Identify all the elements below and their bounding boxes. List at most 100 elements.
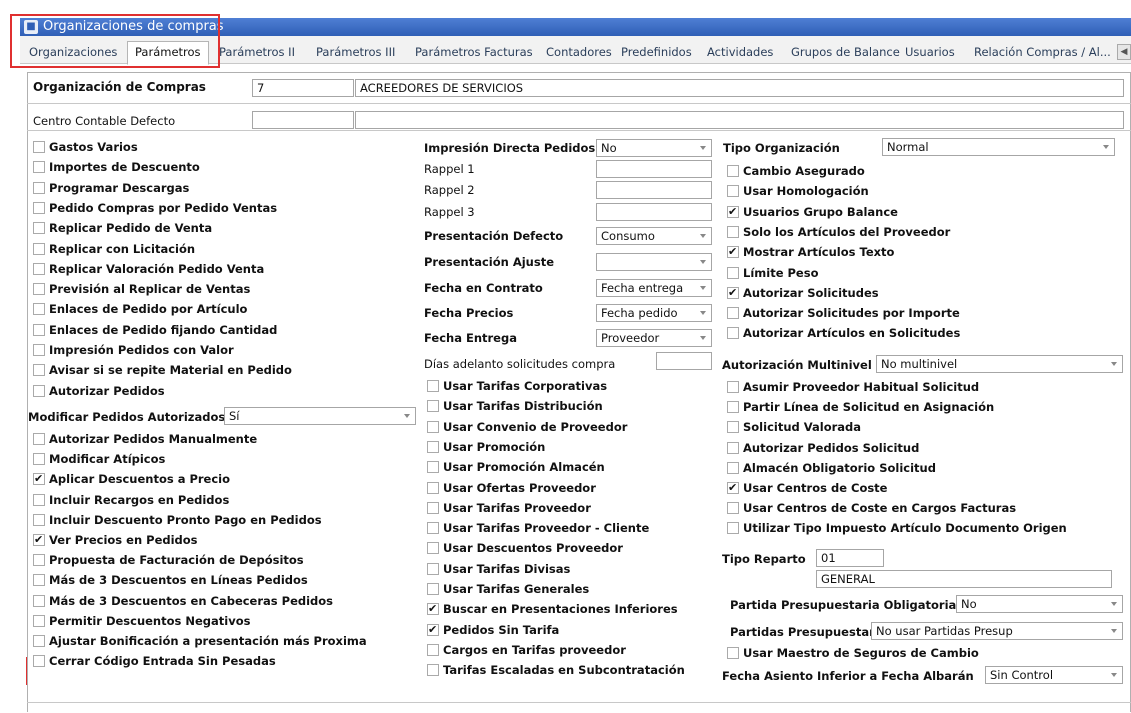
checkbox-unchecked-icon[interactable] [727,307,739,320]
tab-contadores[interactable]: Contadores [539,42,619,64]
checkbox-unchecked-icon[interactable] [427,481,439,494]
checkbox-impresion-pedidos-con-valor[interactable]: Impresión Pedidos con Valor [33,342,234,358]
checkbox-usar-promocion-almacen[interactable]: Usar Promoción Almacén [427,459,605,475]
checkbox-checked-icon[interactable] [727,285,739,301]
tipo-reparto-name-field[interactable]: GENERAL [816,570,1112,588]
checkbox-aplicar-descuentos-a-precio[interactable]: Aplicar Descuentos a Precio [33,471,230,487]
checkbox-unchecked-icon[interactable] [33,344,45,356]
checkbox-unchecked-icon[interactable] [727,185,739,198]
checkbox-usar-tarifas-corporativas[interactable]: Usar Tarifas Corporativas [427,378,607,394]
checkbox-unchecked-icon[interactable] [727,502,739,515]
field-rappel-1[interactable] [596,160,712,178]
tab-scroll-left-icon[interactable]: ◀ [1117,44,1131,60]
fecha-asiento-select[interactable]: Sin Control [985,666,1123,684]
checkbox-unchecked-icon[interactable] [427,522,439,535]
checkbox-usar-homologacion[interactable]: Usar Homologación [727,183,869,199]
checkbox-unchecked-icon[interactable] [33,283,45,296]
checkbox-pedidos-sin-tarifa[interactable]: Pedidos Sin Tarifa [427,622,559,638]
checkbox-unchecked-icon[interactable] [33,141,45,153]
field-fecha-en-contrato[interactable]: Fecha entrega [596,279,712,297]
autorizacion-multinivel-select[interactable]: No multinivel [876,355,1123,373]
checkbox-tarifas-escaladas-en-subcontratacion[interactable]: Tarifas Escaladas en Subcontratación [427,662,685,678]
checkbox-unchecked-icon[interactable] [727,225,739,238]
checkbox-checked-icon[interactable] [727,204,739,220]
tipo-organizacion-select[interactable]: Normal [882,138,1115,156]
checkbox-pedido-compras-por-pedido-ventas[interactable]: Pedido Compras por Pedido Ventas [33,200,277,216]
partidas-presupuestar-select[interactable]: No usar Partidas Presup [871,622,1123,640]
checkbox-unchecked-icon[interactable] [727,381,739,393]
checkbox-unchecked-icon[interactable] [33,262,45,275]
checkbox-usar-tarifas-proveedor-cliente[interactable]: Usar Tarifas Proveedor - Cliente [427,520,649,536]
checkbox-avisar-si-se-repite-material-en-pedido[interactable]: Avisar si se repite Material en Pedido [33,362,292,378]
field-presentacion-defecto[interactable]: Consumo [596,227,712,245]
checkbox-unchecked-icon[interactable] [33,364,45,377]
checkbox-propuesta-de-facturacion-de-depositos[interactable]: Propuesta de Facturación de Depósitos [33,552,304,568]
checkbox-unchecked-icon[interactable] [427,461,439,474]
centro-name-field[interactable] [355,111,1124,129]
checkbox-unchecked-icon[interactable] [33,181,45,194]
field-impresion-directa-pedidos[interactable]: No [596,139,712,157]
checkbox-unchecked-icon[interactable] [727,441,739,454]
checkbox-buscar-en-presentaciones-inferiores[interactable]: Buscar en Presentaciones Inferiores [427,601,678,617]
checkbox-checked-icon[interactable] [427,622,439,638]
field-rappel-2[interactable] [596,181,712,199]
tab-actividades[interactable]: Actividades [700,42,780,64]
checkbox-checked-icon[interactable] [727,244,739,260]
checkbox-unchecked-icon[interactable] [33,614,45,627]
checkbox-usar-convenio-de-proveedor[interactable]: Usar Convenio de Proveedor [427,419,627,435]
checkbox-usar-descuentos-proveedor[interactable]: Usar Descuentos Proveedor [427,540,623,556]
checkbox-partir-linea-de-solicitud-en-asignacion[interactable]: Partir Línea de Solicitud en Asignación [727,399,994,415]
checkbox-unchecked-icon[interactable] [33,493,45,506]
checkbox-enlaces-de-pedido-por-articulo[interactable]: Enlaces de Pedido por Artículo [33,301,247,317]
checkbox-incluir-recargos-en-pedidos[interactable]: Incluir Recargos en Pedidos [33,492,229,508]
checkbox-usar-centros-de-coste[interactable]: Usar Centros de Coste [727,480,887,496]
checkbox-usar-centros-de-coste-en-cargos-facturas[interactable]: Usar Centros de Coste en Cargos Facturas [727,500,1016,516]
checkbox-autorizar-solicitudes-por-importe[interactable]: Autorizar Solicitudes por Importe [727,305,960,321]
tab-relación-compras-al[interactable]: Relación Compras / Al... [967,42,1118,64]
checkbox-usar-maestro-de-seguros-de-cambio[interactable]: Usar Maestro de Seguros de Cambio [727,645,979,661]
checkbox-unchecked-icon[interactable] [33,161,45,174]
checkbox-ajustar-bonificacion-a-presentacion-mas-proxima[interactable]: Ajustar Bonificación a presentación más … [33,633,367,649]
checkbox-unchecked-icon[interactable] [427,583,439,595]
checkbox-unchecked-icon[interactable] [727,327,739,340]
checkbox-unchecked-icon[interactable] [33,554,45,567]
checkbox-unchecked-icon[interactable] [427,400,439,413]
checkbox-unchecked-icon[interactable] [33,201,45,214]
checkbox-unchecked-icon[interactable] [33,323,45,336]
field-fecha-precios[interactable]: Fecha pedido [596,304,712,322]
checkbox-solicitud-valorada[interactable]: Solicitud Valorada [727,419,861,435]
checkbox-autorizar-pedidos[interactable]: Autorizar Pedidos [33,383,165,399]
org-name-field[interactable]: ACREEDORES DE SERVICIOS [355,79,1124,97]
checkbox-unchecked-icon[interactable] [427,562,439,575]
checkbox-unchecked-icon[interactable] [33,594,45,607]
checkbox-unchecked-icon[interactable] [427,542,439,555]
checkbox-replicar-valoracion-pedido-venta[interactable]: Replicar Valoración Pedido Venta [33,261,264,277]
checkbox-unchecked-icon[interactable] [727,461,739,474]
checkbox-unchecked-icon[interactable] [33,222,45,235]
tab-grupos-de-balance[interactable]: Grupos de Balance [784,42,907,64]
dias-adelanto-field[interactable] [656,352,712,370]
field-fecha-entrega[interactable]: Proveedor [596,329,712,347]
tab-parámetros-iii[interactable]: Parámetros III [309,42,402,64]
checkbox-unchecked-icon[interactable] [427,380,439,392]
checkbox-gastos-varios[interactable]: Gastos Varios [33,139,138,155]
checkbox-unchecked-icon[interactable] [727,165,739,177]
checkbox-unchecked-icon[interactable] [33,433,45,445]
checkbox-permitir-descuentos-negativos[interactable]: Permitir Descuentos Negativos [33,613,250,629]
checkbox-unchecked-icon[interactable] [427,664,439,677]
checkbox-usar-tarifas-distribucion[interactable]: Usar Tarifas Distribución [427,398,603,414]
org-code-field[interactable]: 7 [252,79,354,97]
checkbox-utilizar-tipo-impuesto-articulo-documento-origen[interactable]: Utilizar Tipo Impuesto Artículo Document… [727,520,1067,536]
checkbox-solo-los-articulos-del-proveedor[interactable]: Solo los Artículos del Proveedor [727,224,950,240]
tipo-reparto-code-field[interactable]: 01 [816,549,884,567]
checkbox-ver-precios-en-pedidos[interactable]: Ver Precios en Pedidos [33,532,198,548]
checkbox-limite-peso[interactable]: Límite Peso [727,265,818,281]
checkbox-autorizar-solicitudes[interactable]: Autorizar Solicitudes [727,285,879,301]
checkbox-mostrar-articulos-texto[interactable]: Mostrar Artículos Texto [727,244,894,260]
checkbox-checked-icon[interactable] [727,480,739,496]
field-rappel-3[interactable] [596,203,712,221]
checkbox-unchecked-icon[interactable] [727,647,739,659]
checkbox-unchecked-icon[interactable] [427,440,439,453]
checkbox-mas-de-3-descuentos-en-lineas-pedidos[interactable]: Más de 3 Descuentos en Líneas Pedidos [33,572,308,588]
checkbox-cambio-asegurado[interactable]: Cambio Asegurado [727,163,865,179]
